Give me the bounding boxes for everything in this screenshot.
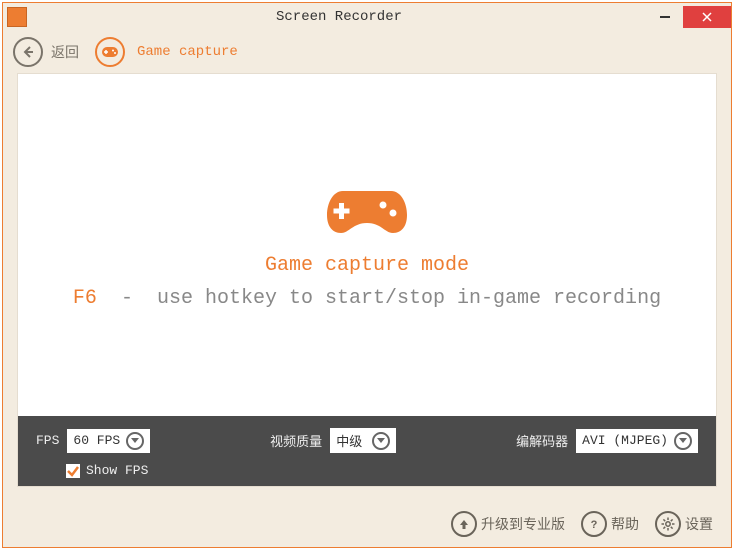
minimize-button[interactable] — [647, 6, 683, 28]
upgrade-button[interactable]: 升级到专业版 — [451, 511, 565, 537]
help-button[interactable]: ? 帮助 — [581, 511, 639, 537]
toolbar: 返回 Game capture — [3, 31, 731, 73]
titlebar: Screen Recorder — [3, 3, 731, 31]
footer: 升级到专业版 ? 帮助 设置 — [3, 501, 731, 547]
svg-text:?: ? — [591, 520, 598, 530]
gamepad-large-icon — [325, 181, 409, 242]
game-capture-icon — [95, 37, 125, 67]
question-icon: ? — [581, 511, 607, 537]
gear-icon — [655, 511, 681, 537]
quality-value: 中级 — [336, 431, 362, 450]
section-label: Game capture — [137, 44, 238, 60]
mode-title: Game capture mode — [265, 254, 469, 277]
main-area: Game capture mode F6 - use hotkey to sta… — [17, 73, 717, 487]
checkmark-icon — [66, 464, 80, 478]
close-button[interactable] — [683, 6, 731, 28]
chevron-down-icon — [372, 432, 390, 450]
hotkey-key: F6 — [73, 287, 97, 310]
chevron-down-icon — [126, 432, 144, 450]
back-button[interactable] — [13, 37, 43, 67]
chevron-down-icon — [674, 432, 692, 450]
quality-label: 视频质量 — [270, 431, 322, 450]
show-fps-label: Show FPS — [86, 463, 148, 478]
fps-value: 60 FPS — [73, 433, 120, 448]
arrow-up-icon — [451, 511, 477, 537]
fps-label: FPS — [36, 433, 59, 448]
gamepad-icon — [101, 46, 119, 58]
hotkey-hint: use hotkey to start/stop in-game recordi… — [157, 287, 661, 310]
show-fps-checkbox[interactable] — [66, 464, 80, 478]
settings-bar: FPS 60 FPS 视频质量 中级 编解码器 AVI — [18, 416, 716, 486]
back-label: 返回 — [51, 42, 79, 62]
quality-dropdown[interactable]: 中级 — [330, 428, 396, 453]
help-label: 帮助 — [611, 514, 639, 534]
arrow-left-icon — [21, 45, 35, 59]
app-icon — [5, 5, 29, 29]
settings-button[interactable]: 设置 — [655, 511, 713, 537]
hotkey-instruction: F6 - use hotkey to start/stop in-game re… — [73, 287, 661, 310]
settings-label: 设置 — [685, 514, 713, 534]
upgrade-label: 升级到专业版 — [481, 514, 565, 534]
window-title: Screen Recorder — [31, 9, 647, 25]
fps-dropdown[interactable]: 60 FPS — [67, 429, 150, 453]
codec-label: 编解码器 — [516, 431, 568, 450]
codec-value: AVI (MJPEG) — [582, 433, 668, 448]
codec-dropdown[interactable]: AVI (MJPEG) — [576, 429, 698, 453]
